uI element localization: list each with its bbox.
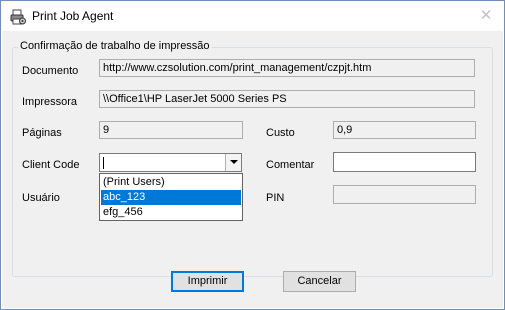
comentar-input[interactable] [333, 152, 476, 172]
client-code-option-selected[interactable]: abc_123 [101, 190, 241, 205]
comentar-label: Comentar [266, 159, 315, 171]
print-job-agent-window: Print Job Agent ✕ Confirmação de trabalh… [0, 0, 505, 310]
pin-label: PIN [266, 192, 285, 204]
impressora-label: Impressora [22, 96, 78, 108]
client-code-label: Client Code [22, 159, 80, 171]
pin-input[interactable] [333, 185, 476, 204]
custo-label: Custo [266, 127, 295, 139]
imprimir-button[interactable]: Imprimir [171, 271, 244, 292]
documento-field: http://www.czsolution.com/print_manageme… [99, 59, 475, 77]
paginas-field: 9 [99, 121, 243, 139]
dialog-body: Confirmação de trabalho de impressão Doc… [2, 31, 503, 308]
documento-label: Documento [22, 65, 79, 77]
text-caret [103, 157, 104, 169]
client-code-option[interactable]: (Print Users) [101, 175, 241, 190]
client-code-dropdown-list[interactable]: (Print Users) abc_123 efg_456 [99, 173, 243, 221]
close-icon[interactable]: ✕ [478, 8, 494, 24]
window-title: Print Job Agent [32, 9, 114, 23]
group-caption: Confirmação de trabalho de impressão [18, 40, 212, 52]
impressora-field: \\Office1\HP LaserJet 5000 Series PS [99, 90, 475, 108]
title-bar[interactable]: Print Job Agent ✕ [1, 1, 504, 31]
paginas-label: Páginas [22, 127, 62, 139]
client-code-option[interactable]: efg_456 [101, 205, 241, 220]
usuario-label: Usuário [22, 192, 60, 204]
cancelar-button[interactable]: Cancelar [283, 271, 356, 292]
chevron-down-icon [230, 160, 238, 164]
dropdown-arrow-button[interactable] [225, 154, 241, 171]
custo-field: 0,9 [333, 121, 476, 139]
printer-gear-icon [10, 9, 26, 25]
client-code-combobox[interactable] [99, 153, 242, 172]
